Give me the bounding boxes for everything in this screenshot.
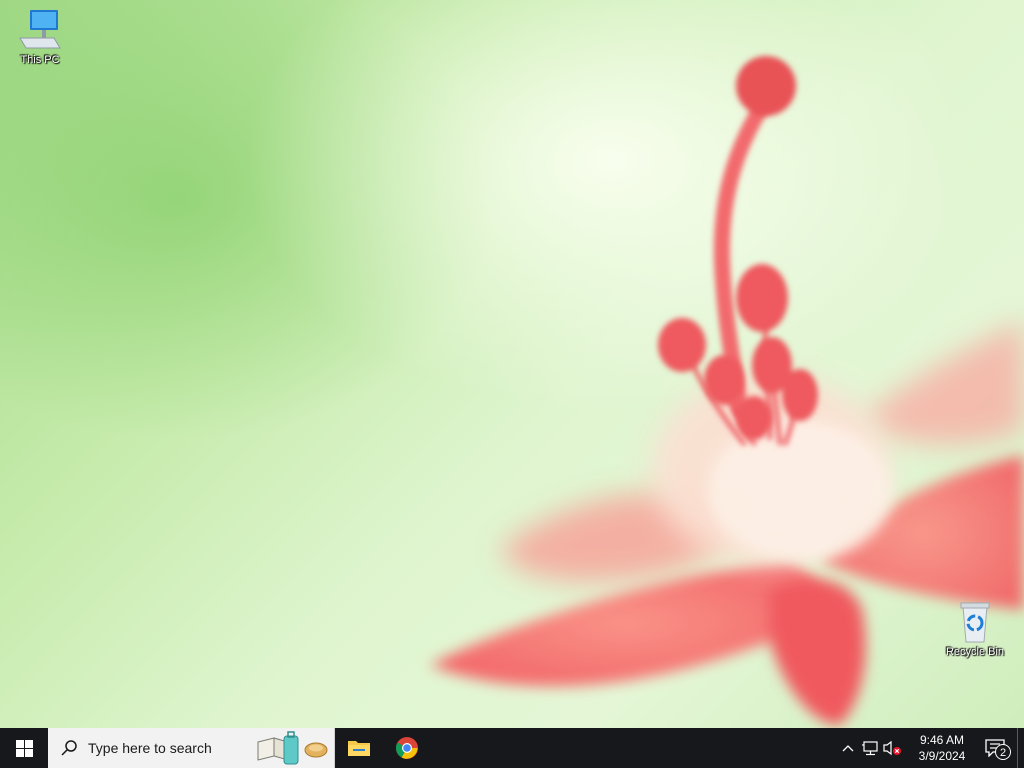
chrome-icon bbox=[396, 737, 418, 759]
network-icon bbox=[862, 741, 878, 756]
notification-count-badge: 2 bbox=[995, 744, 1011, 760]
folder-icon bbox=[348, 741, 370, 756]
desktop-wallpaper: This PC Recycle Bin bbox=[0, 0, 1024, 728]
network-status-button[interactable] bbox=[859, 728, 881, 768]
taskbar-app-chrome[interactable] bbox=[383, 728, 431, 768]
show-hidden-icons-button[interactable] bbox=[837, 728, 859, 768]
computer-icon bbox=[19, 10, 61, 49]
desktop-icon-label: This PC bbox=[20, 54, 60, 66]
volume-button[interactable] bbox=[881, 728, 903, 768]
chevron-up-icon bbox=[842, 745, 854, 752]
search-input[interactable] bbox=[88, 740, 258, 756]
clock-date: 3/9/2024 bbox=[918, 749, 966, 763]
search-icon bbox=[61, 740, 77, 756]
taskbar-search-box[interactable] bbox=[48, 728, 335, 768]
volume-muted-icon bbox=[883, 740, 901, 756]
desktop-icon-label: Recycle Bin bbox=[945, 646, 1005, 658]
flower-wallpaper-art bbox=[430, 56, 1024, 725]
search-highlight-illustration-icon bbox=[257, 731, 328, 765]
desktop-icon-this-pc[interactable]: This PC bbox=[2, 8, 78, 67]
clock-time: 9:46 AM bbox=[919, 733, 965, 747]
windows-logo-icon bbox=[15, 739, 33, 757]
system-tray: 9:46 AM 3/9/2024 2 bbox=[837, 728, 1024, 768]
action-center-button[interactable]: 2 bbox=[973, 728, 1017, 768]
taskbar: 9:46 AM 3/9/2024 2 bbox=[0, 728, 1024, 768]
desktop-icon-recycle-bin[interactable]: Recycle Bin bbox=[937, 600, 1013, 659]
recycle-bin-icon bbox=[960, 602, 990, 643]
show-desktop-button[interactable] bbox=[1017, 728, 1024, 768]
taskbar-clock[interactable]: 9:46 AM 3/9/2024 bbox=[911, 728, 973, 768]
taskbar-app-file-explorer[interactable] bbox=[335, 728, 383, 768]
start-button[interactable] bbox=[0, 728, 48, 768]
